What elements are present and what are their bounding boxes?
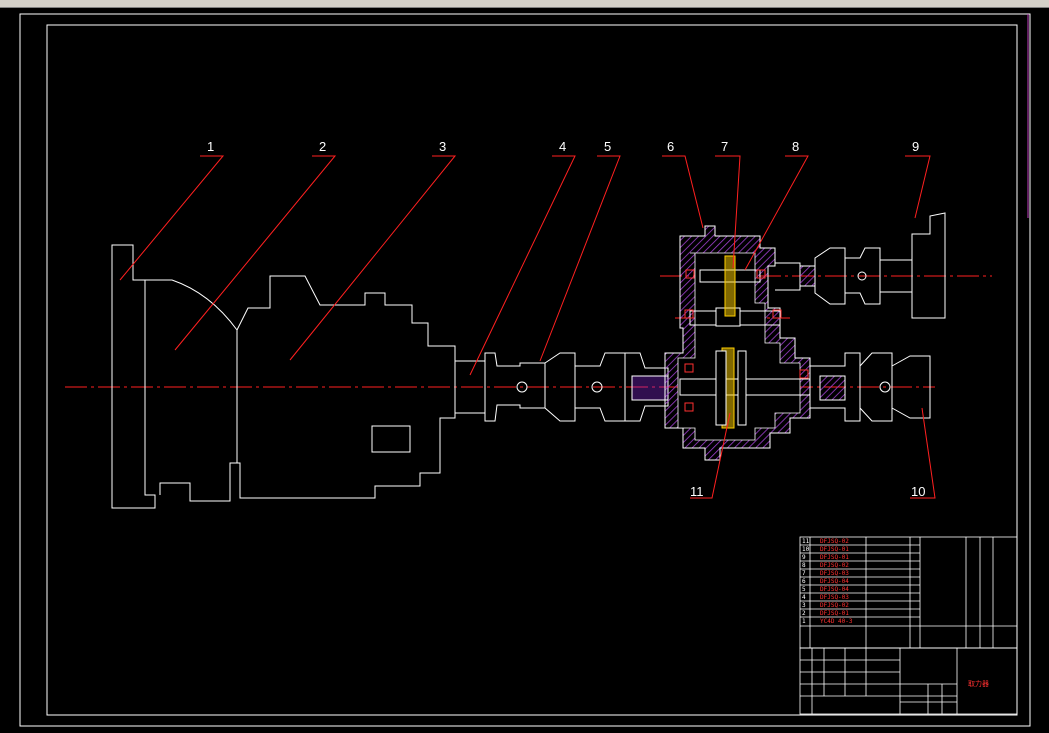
svg-text:DFJSQ-01: DFJSQ-01 xyxy=(820,546,849,553)
callout-8: 8 xyxy=(792,139,799,154)
svg-text:6: 6 xyxy=(802,578,806,585)
callout-6: 6 xyxy=(667,139,674,154)
outer-frame xyxy=(19,13,1031,727)
window-top-strip xyxy=(0,0,1049,8)
svg-text:YC4D 40-3: YC4D 40-3 xyxy=(820,618,853,625)
svg-text:DFJSQ-03: DFJSQ-03 xyxy=(820,570,849,577)
svg-text:DFJSQ-01: DFJSQ-01 xyxy=(820,554,849,561)
svg-text:5: 5 xyxy=(802,586,806,593)
svg-text:10: 10 xyxy=(802,546,810,553)
svg-text:3: 3 xyxy=(802,602,806,609)
svg-text:7: 7 xyxy=(802,570,806,577)
svg-text:4: 4 xyxy=(802,594,806,601)
flange-9 xyxy=(911,212,946,319)
svg-text:DFJSQ-02: DFJSQ-02 xyxy=(820,602,849,609)
callout-7: 7 xyxy=(721,139,728,154)
svg-text:DFJSQ-04: DFJSQ-04 xyxy=(820,578,849,585)
gearbox-window xyxy=(371,425,411,453)
svg-text:9: 9 xyxy=(802,554,806,561)
inner-frame xyxy=(46,24,1018,716)
svg-text:DFJSQ-04: DFJSQ-04 xyxy=(820,586,849,593)
svg-text:DFJSQ-03: DFJSQ-03 xyxy=(820,594,849,601)
callout-labels: 1 2 3 4 5 6 7 8 9 10 11 xyxy=(207,139,925,499)
callout-11: 11 xyxy=(690,484,704,499)
callout-2: 2 xyxy=(319,139,326,154)
svg-text:DFJSQ-02: DFJSQ-02 xyxy=(820,562,849,569)
svg-text:DFJSQ-02: DFJSQ-02 xyxy=(820,538,849,545)
drawing-title: 取力器 xyxy=(968,679,989,688)
callout-3: 3 xyxy=(439,139,446,154)
svg-text:2: 2 xyxy=(802,610,806,617)
svg-text:1: 1 xyxy=(802,618,806,625)
callout-9: 9 xyxy=(912,139,919,154)
svg-text:DFJSQ-01: DFJSQ-01 xyxy=(820,610,849,617)
callout-1: 1 xyxy=(207,139,214,154)
callout-4: 4 xyxy=(559,139,566,154)
leader-lines xyxy=(119,155,936,499)
cad-drawing-canvas[interactable]: 1 2 3 4 5 6 7 8 9 10 11 11 DFJSQ-02 10 DFJ… xyxy=(0,8,1049,733)
flywheel-housing-2 xyxy=(145,279,238,502)
svg-text:8: 8 xyxy=(802,562,806,569)
engine-flange-1 xyxy=(111,244,156,509)
callout-10: 10 xyxy=(911,484,925,499)
callout-5: 5 xyxy=(604,139,611,154)
svg-text:11: 11 xyxy=(802,538,810,545)
